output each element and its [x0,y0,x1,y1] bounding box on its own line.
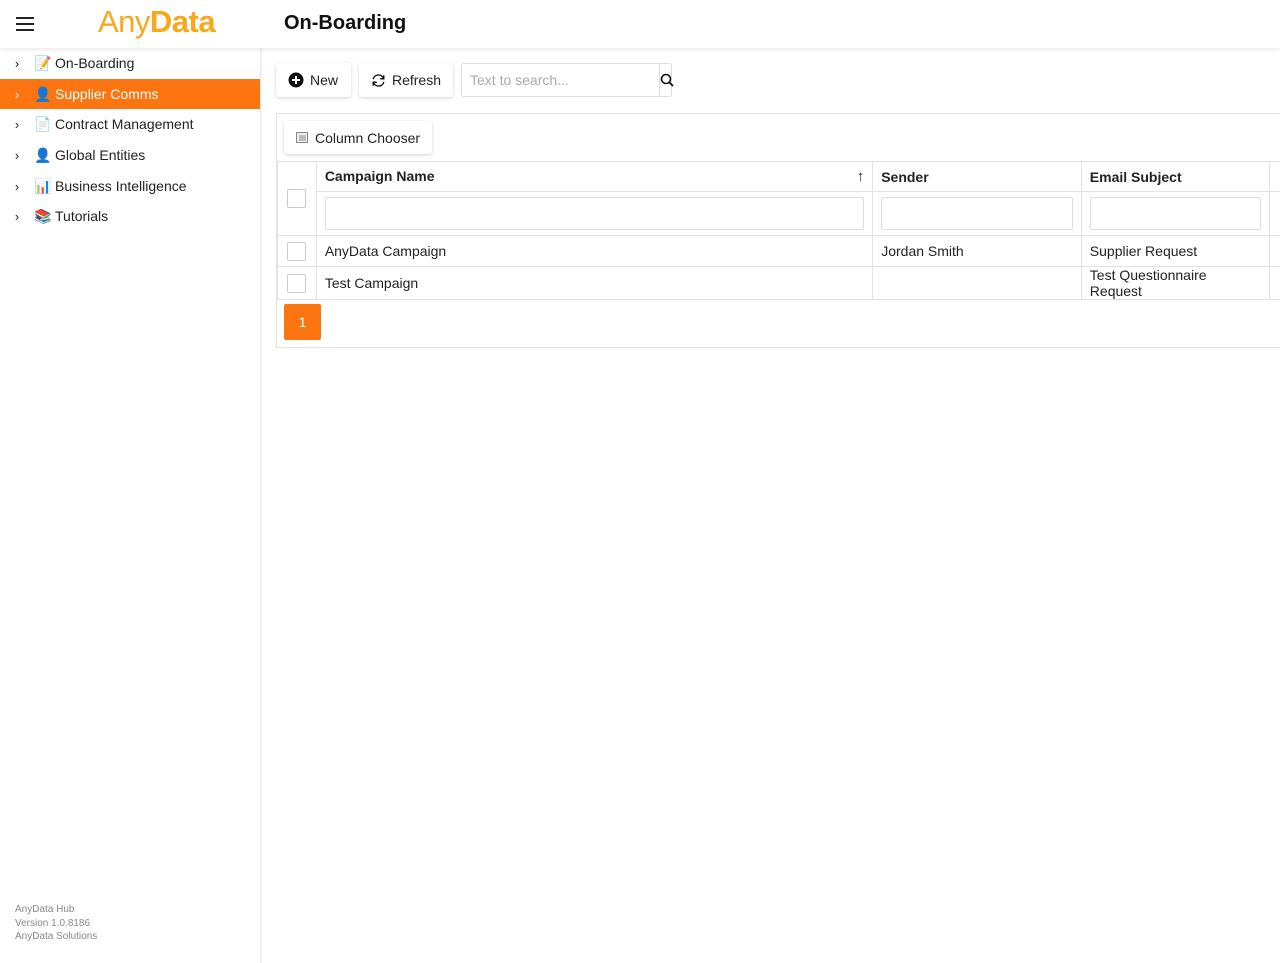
sidebar-item-label: Global Entities [55,147,146,163]
column-header-campaign-name[interactable]: Campaign Name ↑ [315,161,874,192]
sort-ascending-icon[interactable]: ↑ [857,168,865,185]
column-header-email-subject[interactable]: Email Subject [1080,161,1271,192]
document-icon: 📄 [34,115,52,132]
filter-cell [1080,191,1271,236]
sidebar-item-contract-management[interactable]: › 📄 Contract Management [0,109,260,139]
page-title: On-Boarding [284,12,407,34]
extra-cell [1269,266,1280,300]
sidebar-item-label: Business Intelligence [55,178,187,194]
chevron-right-icon: › [14,208,20,224]
filter-cell [1269,191,1280,236]
sidebar-item-global-entities[interactable]: › 👤 Global Entities [0,140,260,170]
sidebar-item-tutorials[interactable]: › 📚 Tutorials [0,201,260,231]
chevron-right-icon: › [14,178,20,194]
refresh-icon [372,73,385,87]
row-select-cell [277,235,317,267]
user-icon: 👤 [34,146,52,163]
company-name: AnyData Solutions [15,931,98,942]
sender-filter-input[interactable] [881,197,1073,230]
sidebar-item-on-boarding[interactable]: › 📝 On-Boarding [0,48,260,78]
sidebar-item-label: Supplier Comms [55,86,159,102]
column-chooser-button[interactable]: Column Chooser [284,121,433,154]
logo: AnyData [98,4,216,39]
row-checkbox[interactable] [287,241,307,261]
app-version: Version 1.0.8186 [15,917,91,929]
sidebar-item-supplier-comms[interactable]: › 👤 Supplier Comms [0,79,260,109]
email-subject-filter-input[interactable] [1089,197,1261,230]
sidebar-footer: AnyData Hub Version 1.0.8186 AnyData Sol… [15,903,97,944]
refresh-button[interactable]: Refresh [359,63,453,97]
chevron-right-icon: › [14,147,20,163]
search-input[interactable] [462,64,659,96]
sidebar: › 📝 On-Boarding › 👤 Supplier Comms › 📄 Contrac… [0,48,261,963]
new-label: New [310,72,339,88]
user-icon: 👤 [34,85,52,102]
search-box [461,63,674,97]
chevron-right-icon: › [14,116,20,132]
column-chooser-label: Column Chooser [315,129,421,146]
app-header: AnyData On-Boarding [0,0,1280,48]
table-row[interactable]: AnyData Campaign Jordan Smith Supplier R… [277,235,1280,267]
row-checkbox[interactable] [287,273,307,293]
books-icon: 📚 [34,207,52,224]
campaign-name-filter-input[interactable] [324,197,865,230]
column-chooser-icon [296,131,308,143]
sender-cell: Jordan Smith [872,235,1082,267]
sidebar-item-label: On-Boarding [55,55,135,71]
sender-cell [872,266,1082,300]
notepad-icon: 📝 [34,54,52,71]
bar-chart-icon: 📊 [34,177,52,194]
select-all-checkbox[interactable] [287,189,307,208]
table-row[interactable]: Test Campaign Test Questionnaire Request [277,266,1280,300]
hamburger-menu-icon[interactable] [16,17,34,31]
campaign-name-cell: AnyData Campaign [315,235,874,267]
sidebar-item-business-intelligence[interactable]: › 📊 Business Intelligence [0,171,260,201]
select-all-cell [277,161,317,236]
email-subject-cell: Supplier Request [1080,235,1271,267]
column-header-extra [1269,161,1280,192]
campaign-grid: Column Chooser Campaign Name ↑ Sender Ema… [276,113,1280,348]
search-icon [660,73,674,87]
row-select-cell [277,266,317,300]
email-subject-cell: Test Questionnaire Request [1080,266,1271,300]
column-header-label: Campaign Name [324,168,435,184]
sidebar-item-label: Contract Management [55,116,194,132]
filter-cell [315,191,874,236]
chevron-right-icon: › [14,86,20,102]
extra-cell [1269,235,1280,267]
app-name: AnyData Hub [15,904,75,915]
refresh-label: Refresh [391,72,441,88]
sidebar-item-label: Tutorials [55,208,109,224]
search-button[interactable] [659,64,674,96]
chevron-right-icon: › [14,55,20,71]
column-header-sender[interactable]: Sender [872,161,1082,192]
new-button[interactable]: New [276,63,351,97]
filter-cell [872,191,1082,236]
page-button-1[interactable]: 1 [284,304,321,340]
plus-circle-icon [288,72,304,88]
data-table: Campaign Name ↑ Sender Email Subject AnyD… [277,161,1280,300]
campaign-name-cell: Test Campaign [315,266,874,300]
